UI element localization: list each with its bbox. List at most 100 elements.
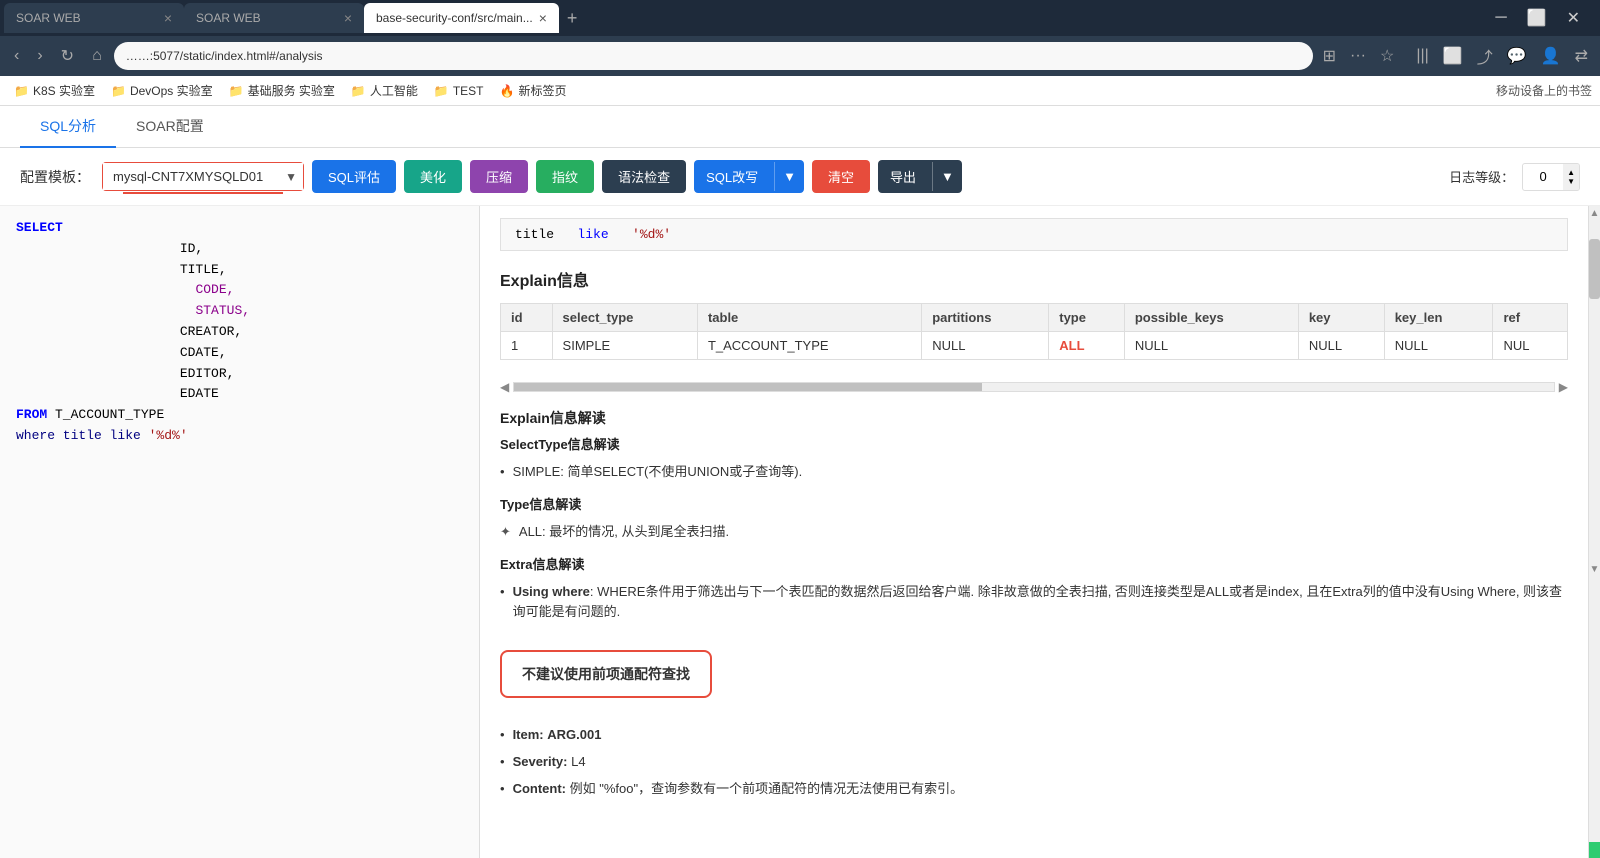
scroll-down-btn[interactable]: ▼ <box>1590 564 1600 575</box>
page-tabs: SQL分析 SOAR配置 <box>0 106 1600 148</box>
sql-field-edate: EDATE <box>180 386 219 401</box>
bookmarks-mobile[interactable]: 移动设备上的书签 <box>1496 82 1592 99</box>
scroll-right-btn[interactable]: ▶ <box>1559 380 1568 394</box>
tab-2-title: SOAR WEB <box>196 11 338 25</box>
bookmark-devops[interactable]: 📁 DevOps 实验室 <box>105 80 219 101</box>
warning-details-section: Item: ARG.001 Severity: L4 Content: 例如 "… <box>500 722 1568 802</box>
compress-button[interactable]: 压缩 <box>470 160 528 193</box>
cell-table: T_ACCOUNT_TYPE <box>697 332 921 360</box>
fingerprint-button[interactable]: 指纹 <box>536 160 594 193</box>
browser-tab-1[interactable]: SOAR WEB × <box>4 3 184 33</box>
sql-preview-title: title <box>515 227 554 242</box>
sql-preview-value: '%d%' <box>632 227 671 242</box>
content-label: Content: <box>513 781 566 796</box>
cell-id: 1 <box>501 332 553 360</box>
sql-rewrite-arrow[interactable]: ▼ <box>774 162 804 191</box>
browser-window: SOAR WEB × SOAR WEB × base-security-conf… <box>0 0 1600 858</box>
cell-ref: NUL <box>1493 332 1568 360</box>
back-button[interactable]: ‹ <box>8 45 25 67</box>
share-icon[interactable]: ⤴ <box>1473 42 1497 70</box>
config-select[interactable]: mysql-CNT7XMYSQLD01 <box>103 163 303 190</box>
explain-table-scroll[interactable]: id select_type table partitions type pos… <box>500 303 1568 376</box>
address-input[interactable] <box>114 42 1313 70</box>
sql-field-id: ID, <box>180 241 203 256</box>
sql-preview-like: like <box>577 227 608 242</box>
scroll-left-btn[interactable]: ◀ <box>500 380 509 394</box>
type-item-0: ALL: 最坏的情况, 从头到尾全表扫描. <box>500 519 1568 546</box>
h-scrollbar-thumb <box>514 383 982 391</box>
sql-field-creator: CREATOR, <box>180 324 242 339</box>
chat-icon[interactable]: 💬 <box>1503 44 1531 68</box>
minimize-button[interactable]: ─ <box>1487 6 1514 30</box>
sql-field-code: CODE, <box>195 282 234 297</box>
cell-type: ALL <box>1049 332 1125 360</box>
sql-where-clause: where title like '%d%' <box>16 428 188 443</box>
reader-icon[interactable]: ⬜ <box>1439 44 1467 68</box>
bookmark-base-label: 基础服务 实验室 <box>248 82 335 99</box>
bookmarks-bar: 📁 K8S 实验室 📁 DevOps 实验室 📁 基础服务 实验室 📁 人工智能… <box>0 76 1600 106</box>
config-label: 配置模板： <box>20 167 90 187</box>
content-text: 例如 "%foo"，查询参数有一个前项通配符的情况无法使用已有索引。 <box>570 781 963 796</box>
col-key: key <box>1298 304 1384 332</box>
bookmark-newtab[interactable]: 🔥 新标签页 <box>494 80 573 101</box>
tab-soar-config[interactable]: SOAR配置 <box>116 106 224 148</box>
sql-toolbar: 配置模板： mysql-CNT7XMYSQLD01 ▼ SQL评估 美化 压缩 … <box>0 148 1600 206</box>
export-button[interactable]: 导出 <box>878 160 928 193</box>
log-level-arrows[interactable]: ▲ ▼ <box>1563 164 1579 190</box>
sql-editor[interactable]: SELECT ID, TITLE, CODE, STATUS, <box>0 206 480 858</box>
profile-icon[interactable]: 👤 <box>1537 44 1565 68</box>
main-split: SELECT ID, TITLE, CODE, STATUS, <box>0 206 1600 858</box>
warning-border-wrap: 不建议使用前项通配符查找 <box>500 638 1568 710</box>
home-button[interactable]: ⌂ <box>86 45 108 67</box>
reload-button[interactable]: ↻ <box>55 44 80 68</box>
tab-sql-analysis[interactable]: SQL分析 <box>20 106 116 148</box>
sql-evaluate-button[interactable]: SQL评估 <box>312 160 396 193</box>
forward-button[interactable]: › <box>31 45 48 67</box>
beautify-button[interactable]: 美化 <box>404 160 462 193</box>
tab-3-title: base-security-conf/src/main... <box>376 11 533 25</box>
syntax-check-button[interactable]: 语法检查 <box>602 160 686 193</box>
col-id: id <box>501 304 553 332</box>
extra-item-0: Using where: WHERE条件用于筛选出与下一个表匹配的数据然后返回给… <box>500 579 1568 627</box>
warning-text: 不建议使用前项通配符查找 <box>522 666 690 682</box>
toolbar-icons: ⊞ ··· ☆ ||| ⬜ ⤴ 💬 👤 ⇄ <box>1319 42 1592 70</box>
folder-icon: 📁 <box>229 84 244 98</box>
bookmark-test[interactable]: 📁 TEST <box>428 82 490 100</box>
bookmark-base[interactable]: 📁 基础服务 实验室 <box>223 80 341 101</box>
vertical-scrollbar[interactable]: ▲ ▼ <box>1588 206 1600 858</box>
clear-button[interactable]: 清空 <box>812 160 870 193</box>
bookmark-ai[interactable]: 📁 人工智能 <box>345 80 424 101</box>
scroll-up-btn[interactable]: ▲ <box>1590 208 1600 219</box>
tab-1-title: SOAR WEB <box>16 11 158 25</box>
grid-icon[interactable]: ⊞ <box>1319 44 1340 68</box>
address-bar: ‹ › ↻ ⌂ ⊞ ··· ☆ ||| ⬜ ⤴ 💬 👤 ⇄ <box>0 36 1600 76</box>
close-window-button[interactable]: ✕ <box>1559 6 1588 30</box>
log-level-input[interactable] <box>1523 165 1563 188</box>
library-icon[interactable]: ||| <box>1412 45 1432 67</box>
warning-severity: Severity: L4 <box>500 749 1568 776</box>
browser-tab-3[interactable]: base-security-conf/src/main... × <box>364 3 559 33</box>
sql-rewrite-button[interactable]: SQL改写 <box>694 160 770 193</box>
severity-label: Severity: <box>513 754 568 769</box>
browser-tab-2[interactable]: SOAR WEB × <box>184 3 364 33</box>
scroll-indicator <box>1589 842 1600 858</box>
sql-field-editor: EDITOR, <box>180 366 235 381</box>
new-tab-button[interactable]: + <box>559 8 586 29</box>
cell-key-len: NULL <box>1384 332 1493 360</box>
tab-3-close[interactable]: × <box>539 10 547 26</box>
bookmark-k8s[interactable]: 📁 K8S 实验室 <box>8 80 101 101</box>
horizontal-scrollbar[interactable] <box>513 382 1555 392</box>
tab-2-close[interactable]: × <box>344 10 352 26</box>
tab-1-close[interactable]: × <box>164 10 172 26</box>
export-arrow[interactable]: ▼ <box>932 162 962 191</box>
select-type-title: SelectType信息解读 <box>500 434 1568 453</box>
col-type: type <box>1049 304 1125 332</box>
bookmark-devops-label: DevOps 实验室 <box>130 82 213 99</box>
explain-analysis-section: Explain信息解读 SelectType信息解读 SIMPLE: 简单SEL… <box>500 408 1568 626</box>
bookmark-newtab-label: 新标签页 <box>518 82 566 99</box>
sync-icon[interactable]: ⇄ <box>1571 44 1592 68</box>
restore-button[interactable]: ⬜ <box>1519 6 1555 30</box>
fire-icon: 🔥 <box>500 84 515 98</box>
star-icon[interactable]: ☆ <box>1376 44 1398 68</box>
menu-icon[interactable]: ··· <box>1346 45 1370 67</box>
